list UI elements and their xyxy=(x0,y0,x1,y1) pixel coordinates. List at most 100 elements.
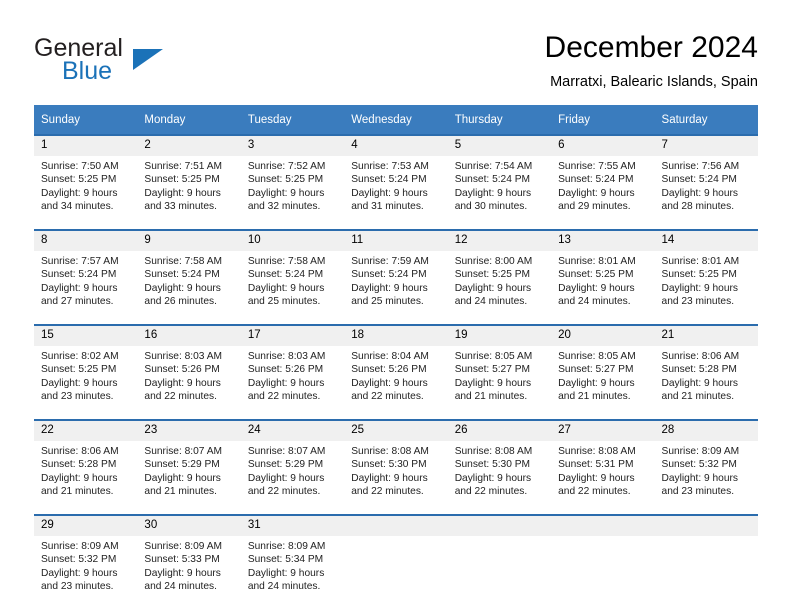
day-number[interactable]: 7 xyxy=(654,134,758,156)
day-number-empty xyxy=(551,514,655,536)
day-number[interactable]: 14 xyxy=(654,229,758,251)
daylight-text-line2: and 29 minutes. xyxy=(558,200,631,212)
sunrise-text: Sunrise: 7:52 AM xyxy=(247,161,326,172)
day-cell[interactable]: Sunrise: 8:05 AM Sunset: 5:27 PM Dayligh… xyxy=(447,346,552,410)
daylight-text-line2: and 25 minutes. xyxy=(351,295,424,307)
day-number[interactable]: 5 xyxy=(447,134,552,156)
day-number[interactable]: 26 xyxy=(447,419,552,441)
day-cell[interactable]: Sunrise: 7:52 AM Sunset: 5:25 PM Dayligh… xyxy=(240,156,345,220)
sunrise-text: Sunrise: 7:50 AM xyxy=(41,161,119,172)
sunrise-text: Sunrise: 8:00 AM xyxy=(454,256,533,267)
day-number[interactable]: 9 xyxy=(137,229,241,251)
day-cell[interactable]: Sunrise: 8:09 AM Sunset: 5:33 PM Dayligh… xyxy=(137,536,241,600)
day-cell[interactable]: Sunrise: 8:09 AM Sunset: 5:32 PM Dayligh… xyxy=(34,536,138,600)
day-number[interactable]: 19 xyxy=(447,324,552,346)
sunset-text: Sunset: 5:28 PM xyxy=(661,364,737,376)
day-number-empty xyxy=(344,514,448,536)
day-cell[interactable]: Sunrise: 8:08 AM Sunset: 5:30 PM Dayligh… xyxy=(344,441,448,505)
calendar-page: General Blue December 2024 Marratxi, Bal… xyxy=(0,0,792,612)
day-number[interactable]: 12 xyxy=(447,229,552,251)
day-number[interactable]: 24 xyxy=(240,419,345,441)
week-detail-row: Sunrise: 7:57 AM Sunset: 5:24 PM Dayligh… xyxy=(34,251,758,315)
day-cell[interactable]: Sunrise: 8:03 AM Sunset: 5:26 PM Dayligh… xyxy=(137,346,241,410)
day-cell[interactable]: Sunrise: 8:00 AM Sunset: 5:25 PM Dayligh… xyxy=(447,251,552,315)
sunrise-text: Sunrise: 7:53 AM xyxy=(351,161,429,172)
day-number[interactable]: 11 xyxy=(344,229,448,251)
brand-logo[interactable]: General Blue xyxy=(34,34,254,92)
calendar-body: 1 2 3 4 5 6 7 Sunrise: 7:50 AM Sunset: 5… xyxy=(34,134,758,600)
daylight-text-line2: and 27 minutes. xyxy=(41,295,114,307)
day-number[interactable]: 20 xyxy=(551,324,655,346)
day-cell[interactable]: Sunrise: 8:03 AM Sunset: 5:26 PM Dayligh… xyxy=(240,346,345,410)
day-number[interactable]: 30 xyxy=(137,514,241,536)
day-number[interactable]: 1 xyxy=(34,134,138,156)
sunrise-text: Sunrise: 7:51 AM xyxy=(144,161,223,172)
day-number[interactable]: 8 xyxy=(34,229,138,251)
sunrise-text: Sunrise: 8:03 AM xyxy=(247,351,326,362)
daylight-text-line2: and 30 minutes. xyxy=(454,200,528,212)
day-number[interactable]: 15 xyxy=(34,324,138,346)
daylight-text-line1: Daylight: 9 hours xyxy=(558,377,635,389)
day-number[interactable]: 10 xyxy=(240,229,345,251)
sunrise-text: Sunrise: 8:08 AM xyxy=(454,446,533,457)
daylight-text-line1: Daylight: 9 hours xyxy=(558,282,635,294)
day-cell[interactable]: Sunrise: 7:55 AM Sunset: 5:24 PM Dayligh… xyxy=(551,156,655,220)
day-number[interactable]: 22 xyxy=(34,419,138,441)
day-number[interactable]: 21 xyxy=(654,324,758,346)
sunset-text: Sunset: 5:30 PM xyxy=(454,459,531,471)
day-cell[interactable]: Sunrise: 7:51 AM Sunset: 5:25 PM Dayligh… xyxy=(137,156,241,220)
day-cell[interactable]: Sunrise: 7:58 AM Sunset: 5:24 PM Dayligh… xyxy=(240,251,345,315)
day-cell[interactable]: Sunrise: 8:01 AM Sunset: 5:25 PM Dayligh… xyxy=(654,251,758,315)
daylight-text-line2: and 24 minutes. xyxy=(247,580,321,592)
day-cell[interactable]: Sunrise: 8:07 AM Sunset: 5:29 PM Dayligh… xyxy=(240,441,345,505)
day-number[interactable]: 13 xyxy=(551,229,655,251)
daylight-text-line2: and 34 minutes. xyxy=(41,200,114,212)
day-cell[interactable]: Sunrise: 8:09 AM Sunset: 5:32 PM Dayligh… xyxy=(654,441,758,505)
day-number[interactable]: 28 xyxy=(654,419,758,441)
day-number[interactable]: 3 xyxy=(240,134,345,156)
weekday-header-sunday: Sunday xyxy=(34,105,138,134)
day-cell[interactable]: Sunrise: 8:07 AM Sunset: 5:29 PM Dayligh… xyxy=(137,441,241,505)
day-cell[interactable]: Sunrise: 7:53 AM Sunset: 5:24 PM Dayligh… xyxy=(344,156,448,220)
day-number[interactable]: 27 xyxy=(551,419,655,441)
day-cell[interactable]: Sunrise: 8:01 AM Sunset: 5:25 PM Dayligh… xyxy=(551,251,655,315)
day-number[interactable]: 16 xyxy=(137,324,241,346)
day-number[interactable]: 31 xyxy=(240,514,345,536)
daylight-text-line1: Daylight: 9 hours xyxy=(247,282,325,294)
day-number[interactable]: 25 xyxy=(344,419,448,441)
daylight-text-line2: and 28 minutes. xyxy=(661,200,735,212)
day-number[interactable]: 6 xyxy=(551,134,655,156)
day-number[interactable]: 4 xyxy=(344,134,448,156)
daylight-text-line2: and 22 minutes. xyxy=(351,390,424,402)
day-number[interactable]: 17 xyxy=(240,324,345,346)
day-cell[interactable]: Sunrise: 8:02 AM Sunset: 5:25 PM Dayligh… xyxy=(34,346,138,410)
day-cell[interactable]: Sunrise: 7:59 AM Sunset: 5:24 PM Dayligh… xyxy=(344,251,448,315)
day-number[interactable]: 29 xyxy=(34,514,138,536)
weekday-header-saturday: Saturday xyxy=(654,105,758,134)
sunset-text: Sunset: 5:28 PM xyxy=(41,459,117,471)
day-cell[interactable]: Sunrise: 7:54 AM Sunset: 5:24 PM Dayligh… xyxy=(447,156,552,220)
day-number[interactable]: 18 xyxy=(344,324,448,346)
sunset-text: Sunset: 5:25 PM xyxy=(144,174,220,186)
daylight-text-line2: and 25 minutes. xyxy=(247,295,321,307)
day-cell[interactable]: Sunrise: 8:08 AM Sunset: 5:30 PM Dayligh… xyxy=(447,441,552,505)
weekday-header-wednesday: Wednesday xyxy=(344,105,448,134)
day-cell[interactable]: Sunrise: 8:06 AM Sunset: 5:28 PM Dayligh… xyxy=(654,346,758,410)
week-daynumber-row: 29 30 31 xyxy=(34,514,758,536)
day-cell[interactable]: Sunrise: 8:09 AM Sunset: 5:34 PM Dayligh… xyxy=(240,536,345,600)
day-cell[interactable]: Sunrise: 7:57 AM Sunset: 5:24 PM Dayligh… xyxy=(34,251,138,315)
daylight-text-line1: Daylight: 9 hours xyxy=(351,377,428,389)
day-cell[interactable]: Sunrise: 7:56 AM Sunset: 5:24 PM Dayligh… xyxy=(654,156,758,220)
sunrise-text: Sunrise: 7:55 AM xyxy=(558,161,636,172)
day-cell[interactable]: Sunrise: 8:05 AM Sunset: 5:27 PM Dayligh… xyxy=(551,346,655,410)
sunrise-text: Sunrise: 8:09 AM xyxy=(41,541,119,552)
sunset-text: Sunset: 5:30 PM xyxy=(351,459,427,471)
day-cell[interactable]: Sunrise: 8:08 AM Sunset: 5:31 PM Dayligh… xyxy=(551,441,655,505)
day-cell[interactable]: Sunrise: 7:50 AM Sunset: 5:25 PM Dayligh… xyxy=(34,156,138,220)
day-number[interactable]: 23 xyxy=(137,419,241,441)
sunset-text: Sunset: 5:27 PM xyxy=(454,364,531,376)
day-cell[interactable]: Sunrise: 8:06 AM Sunset: 5:28 PM Dayligh… xyxy=(34,441,138,505)
day-cell[interactable]: Sunrise: 8:04 AM Sunset: 5:26 PM Dayligh… xyxy=(344,346,448,410)
day-cell[interactable]: Sunrise: 7:58 AM Sunset: 5:24 PM Dayligh… xyxy=(137,251,241,315)
day-number[interactable]: 2 xyxy=(137,134,241,156)
